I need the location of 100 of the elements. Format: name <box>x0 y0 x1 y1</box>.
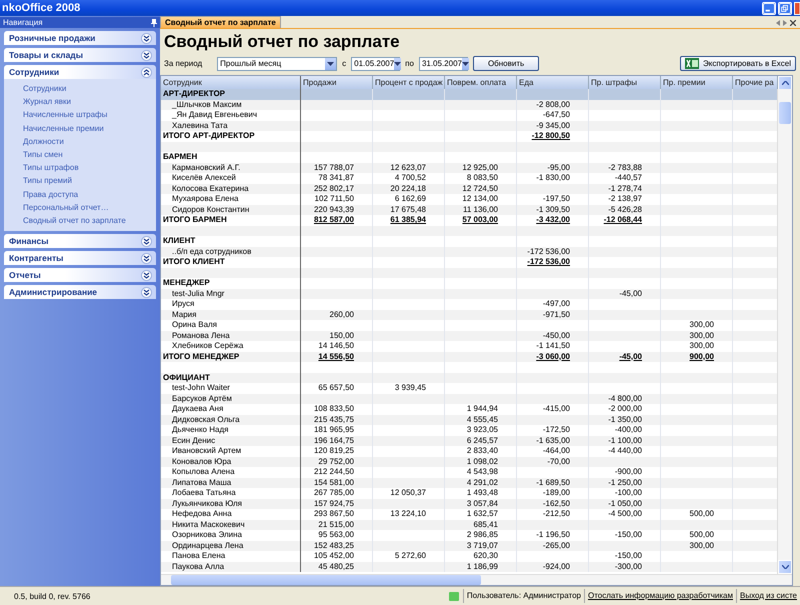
to-label: по <box>405 59 414 68</box>
table-cell: 300,00 <box>661 330 733 341</box>
navigation-group[interactable]: Товары и склады <box>4 48 156 62</box>
table-cell: -5 426,28 <box>589 204 661 215</box>
navigation-group[interactable]: Сотрудники <box>4 65 156 79</box>
expand-icon[interactable] <box>141 236 152 247</box>
table-row[interactable]: Никита Маскокевич 21 515,00 685,41 <box>161 520 777 530</box>
caret-icon <box>782 565 788 569</box>
table-cell: 11 136,00 <box>445 204 517 215</box>
expand-icon[interactable] <box>141 252 152 264</box>
navigation-link[interactable]: Права доступа <box>23 188 156 201</box>
navigation-group[interactable]: Контрагенты <box>4 251 156 266</box>
collapse-icon[interactable] <box>141 66 152 78</box>
scroll-left-icon[interactable] <box>776 20 780 26</box>
table-cell: 150,00 <box>301 330 373 341</box>
employee-cell: test-Julia Mngr <box>161 288 301 299</box>
table-row[interactable]: Колосова Екатерина 252 802,17 20 224,18 12 724,50 -1 278,74 <box>161 184 777 194</box>
table-row[interactable]: Паукова Алла 45 480,25 1 186,99 -924,00 -300,00 <box>161 562 777 572</box>
navigation-link[interactable]: Начисленные штрафы <box>23 108 156 122</box>
scroll-up-button[interactable] <box>778 76 792 90</box>
expand-icon[interactable] <box>141 270 152 281</box>
close-icon[interactable] <box>790 20 796 26</box>
navigation-link[interactable]: Сотрудники <box>23 82 156 96</box>
group-title: Контрагенты <box>9 253 64 264</box>
table-cell: 196 164,75 <box>301 436 373 446</box>
expand-icon[interactable] <box>141 32 152 44</box>
table-row[interactable]: Есин Денис 196 164,75 6 245,57 -1 635,00 -1 100,00 <box>161 436 777 446</box>
expand-icon[interactable] <box>141 286 152 298</box>
table-cell: 215 435,75 <box>301 414 373 425</box>
table-cell: -1 278,74 <box>589 184 661 194</box>
scroll-down-button[interactable] <box>778 560 792 574</box>
table-row[interactable]: _Шлычков Максим -2 808,00 <box>161 100 777 110</box>
group-title: Розничные продажи <box>9 33 96 43</box>
date-field[interactable]: 31.05.2007 <box>418 56 468 70</box>
expand-icon[interactable] <box>141 50 152 60</box>
period-label: За период <box>164 59 202 68</box>
table-row[interactable]: Лукьянчикова Юля 157 924,75 3 057,84 -162,50 -1 050,00 <box>161 498 777 509</box>
navigation-link[interactable]: Должности <box>23 134 156 148</box>
period-dropdown[interactable]: Прошлый месяц <box>217 56 338 70</box>
table-row[interactable]: Кармановский А.Г. 157 788,07 12 623,07 12 925,00 -95,00 -2 783,88 <box>161 162 777 173</box>
table-row[interactable]: Липатова Маша 154 581,00 4 291,02 -1 689,50 -1 250,00 <box>161 478 777 488</box>
table-cell: 157 924,75 <box>301 498 373 509</box>
status-link[interactable]: Отослать информацию разработчикам <box>588 589 733 603</box>
employee-cell: Кармановский А.Г. <box>161 162 301 173</box>
spreadsheet-icon <box>685 58 700 69</box>
table-cell: 12 623,07 <box>373 162 445 173</box>
table-cell: -1 350,00 <box>589 414 661 425</box>
table-cell: 14 556,50 <box>301 352 373 362</box>
table-cell: -172 536,00 <box>517 246 589 257</box>
table-cell: 685,41 <box>445 520 517 530</box>
employee-cell: Барсуков Артём <box>161 394 301 404</box>
navigation-group[interactable]: Финансы <box>4 234 156 248</box>
restore-icon[interactable] <box>778 2 792 14</box>
table-cell: 6 245,57 <box>445 436 517 446</box>
scroll-thumb[interactable] <box>779 102 791 124</box>
table-cell: 4 555,45 <box>445 414 517 425</box>
table-row[interactable]: Ординарцева Лена 152 483,25 3 719,07 -265,00 300,00 <box>161 540 777 551</box>
table-row[interactable]: Сидоров Константин 220 943,39 17 675,48 11 136,00 -1 309,50 -5 426,28 <box>161 204 777 215</box>
pin-icon[interactable] <box>151 18 157 26</box>
minimize-icon[interactable] <box>762 2 776 14</box>
date-field[interactable]: 01.05.2007 <box>351 56 400 70</box>
vertical-scrollbar[interactable] <box>777 89 792 574</box>
navigation-link[interactable]: Типы штрафов <box>23 161 156 174</box>
table-row[interactable]: Мария 260,00 -971,50 <box>161 310 777 320</box>
status-link[interactable]: Выход из систе <box>740 589 797 603</box>
navigation-link[interactable]: Типы премий <box>23 174 156 188</box>
from-label: с <box>342 59 346 68</box>
export-button[interactable]: Экспортировать в Excel <box>680 56 796 71</box>
table-row[interactable]: ОФИЦИАНТ <box>161 372 777 383</box>
navigation-link[interactable]: Персональный отчет… <box>23 200 156 214</box>
table-row[interactable]: Барсуков Артём -4 800,00 <box>161 394 777 404</box>
table-row[interactable]: ИТОГО МЕНЕДЖЕР 14 556,50 -3 060,00 -45,00 900,00 <box>161 352 777 362</box>
table-cell: -300,00 <box>589 562 661 572</box>
navigation-link[interactable]: Типы смен <box>23 148 156 162</box>
scroll-thumb[interactable] <box>171 575 481 585</box>
navigation-link[interactable]: Журнал явки <box>23 95 156 108</box>
table-row[interactable]: Халевина Тата -9 345,00 <box>161 120 777 131</box>
employee-cell: Ординарцева Лена <box>161 540 301 551</box>
table-row[interactable]: Коновалов Юра 29 752,00 1 098,02 -70,00 <box>161 456 777 467</box>
navigation-group[interactable]: Администрирование <box>4 285 156 300</box>
table-row[interactable]: test-Julia Mngr -45,00 <box>161 288 777 299</box>
navigation-group[interactable]: Розничные продажи <box>4 31 156 45</box>
table-cell: -2 808,00 <box>517 100 589 110</box>
table-row[interactable]: Романова Лена 150,00 -450,00 300,00 <box>161 330 777 341</box>
employee-cell: ..б/п еда сотрудников <box>161 246 301 257</box>
refresh-button[interactable]: Обновить <box>472 56 540 71</box>
navigation-group[interactable]: Отчеты <box>4 268 156 282</box>
table-row[interactable]: АРТ-ДИРЕКТОР <box>161 89 777 100</box>
caret-icon <box>782 81 788 85</box>
horizontal-scrollbar[interactable] <box>161 574 792 585</box>
navigation-link[interactable]: Начисленные премии <box>23 122 156 135</box>
table-row[interactable]: ..б/п еда сотрудников -172 536,00 <box>161 246 777 257</box>
document-tab[interactable]: Сводный отчет по зарплате <box>160 16 281 28</box>
window-title: nkoOffice 2008 <box>2 2 80 14</box>
total-cell: ИТОГО МЕНЕДЖЕР <box>161 352 301 362</box>
table-cell: -4 800,00 <box>589 394 661 404</box>
navigation-link[interactable]: Сводный отчет по зарплате <box>23 214 156 228</box>
scroll-right-icon[interactable] <box>783 20 787 26</box>
table-row[interactable]: Дидковская Ольга 215 435,75 4 555,45 -1 350,00 <box>161 414 777 425</box>
group-title: Администрирование <box>9 287 98 298</box>
